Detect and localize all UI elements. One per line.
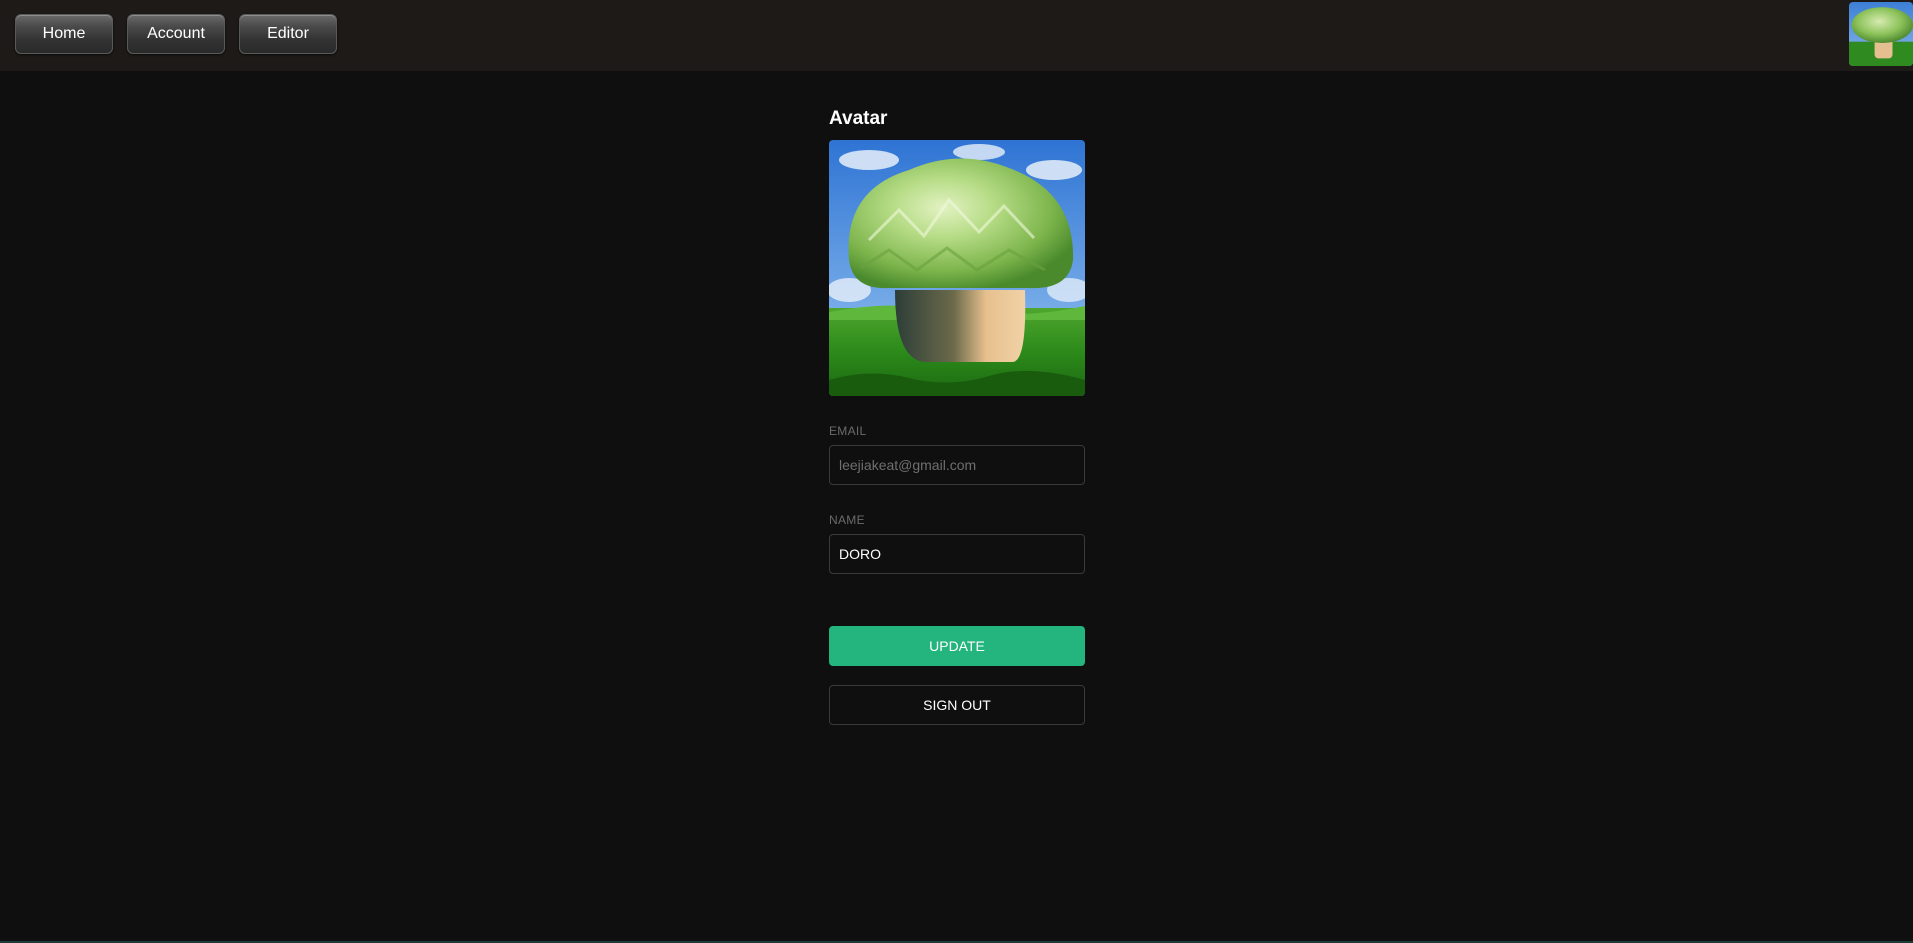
sign-out-button[interactable]: SIGN OUT — [829, 685, 1085, 725]
email-label: EMAIL — [829, 424, 867, 438]
avatar-heading: Avatar — [829, 108, 888, 129]
name-field[interactable] — [829, 534, 1085, 574]
top-nav-bar: Home Account Editor — [0, 0, 1913, 71]
user-avatar-thumbnail[interactable] — [1849, 2, 1913, 66]
mushroom-avatar-image — [829, 140, 1085, 396]
account-button[interactable]: Account — [127, 14, 225, 54]
avatar-image[interactable] — [829, 140, 1085, 396]
home-button[interactable]: Home — [15, 14, 113, 54]
mushroom-avatar-image — [1849, 2, 1913, 66]
update-button[interactable]: UPDATE — [829, 626, 1085, 666]
email-field[interactable] — [829, 445, 1085, 485]
account-form: Avatar EMAIL leejiakeat@gmail.com NAME D… — [829, 105, 1085, 725]
editor-button[interactable]: Editor — [239, 14, 337, 54]
name-label: NAME — [829, 513, 865, 527]
